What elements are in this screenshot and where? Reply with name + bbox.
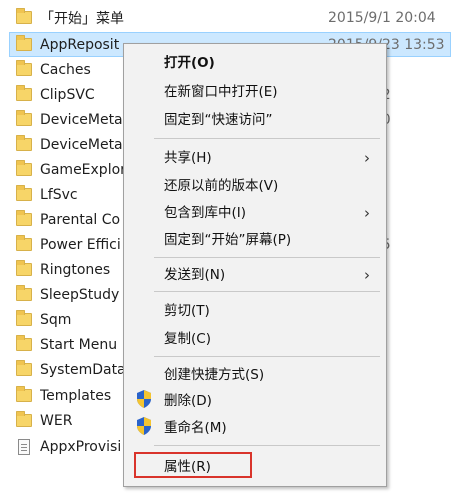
menu-item-label: 删除(D) (164, 393, 212, 409)
menu-separator (154, 138, 380, 139)
menu-item-pin-start[interactable]: 固定到“开始”屏幕(P) (124, 225, 386, 251)
menu-item-label: 发送到(N) (164, 267, 226, 283)
folder-icon (16, 411, 32, 427)
folder-icon (16, 135, 32, 151)
folder-icon (16, 8, 32, 24)
folder-icon (16, 335, 32, 351)
menu-separator (154, 356, 380, 357)
menu-item-label: 包含到库中(I) (164, 205, 247, 221)
menu-item-restore-previous[interactable]: 还原以前的版本(V) (124, 171, 386, 197)
folder-icon (16, 386, 32, 402)
file-row[interactable]: 「开始」菜单 2015/9/1 20:04 (10, 6, 450, 29)
menu-separator (154, 257, 380, 258)
folder-icon (16, 185, 32, 201)
menu-item-create-shortcut[interactable]: 创建快捷方式(S) (124, 360, 386, 386)
folder-icon (16, 235, 32, 251)
context-menu: 打开(O) 在新窗口中打开(E) 固定到“快速访问” 共享(H) › 还原以前的… (123, 43, 387, 487)
menu-item-label: 创建快捷方式(S) (164, 367, 265, 383)
menu-item-label: 重命名(M) (164, 420, 227, 436)
menu-item-label: 固定到“快速访问” (164, 112, 273, 128)
chevron-right-icon: › (364, 266, 370, 284)
folder-icon (16, 85, 32, 101)
menu-item-label: 共享(H) (164, 150, 212, 166)
menu-item-pin-quick-access[interactable]: 固定到“快速访问” (124, 105, 386, 131)
file-icon (18, 438, 30, 455)
menu-item-delete[interactable]: 删除(D) (124, 386, 386, 412)
file-date: 2015/9/1 20:04 (328, 9, 436, 26)
menu-item-share[interactable]: 共享(H) › (124, 143, 386, 169)
uac-shield-icon (137, 390, 151, 408)
menu-item-label: 打开(O) (164, 55, 215, 71)
menu-item-label: 在新窗口中打开(E) (164, 84, 278, 100)
menu-item-rename[interactable]: 重命名(M) (124, 413, 386, 439)
folder-icon (16, 110, 32, 126)
menu-item-copy[interactable]: 复制(C) (124, 324, 386, 350)
menu-item-label: 固定到“开始”屏幕(P) (164, 232, 292, 248)
folder-icon (16, 60, 32, 76)
menu-item-label: 复制(C) (164, 331, 211, 347)
menu-item-label: 还原以前的版本(V) (164, 178, 279, 194)
menu-item-open[interactable]: 打开(O) (124, 48, 386, 74)
menu-item-label: 剪切(T) (164, 303, 210, 319)
folder-icon (16, 160, 32, 176)
menu-separator (154, 445, 380, 446)
chevron-right-icon: › (364, 149, 370, 167)
menu-separator (154, 291, 380, 292)
folder-icon (16, 310, 32, 326)
folder-icon (16, 260, 32, 276)
highlight-box (134, 452, 252, 478)
menu-item-cut[interactable]: 剪切(T) (124, 296, 386, 322)
folder-icon (16, 285, 32, 301)
menu-item-send-to[interactable]: 发送到(N) › (124, 260, 386, 286)
uac-shield-icon (137, 417, 151, 435)
folder-icon (16, 360, 32, 376)
menu-item-open-new-window[interactable]: 在新窗口中打开(E) (124, 77, 386, 103)
folder-icon (16, 35, 32, 51)
file-name: 「开始」菜单 (40, 10, 124, 27)
chevron-right-icon: › (364, 204, 370, 222)
folder-icon (16, 210, 32, 226)
menu-item-include-in-library[interactable]: 包含到库中(I) › (124, 198, 386, 224)
